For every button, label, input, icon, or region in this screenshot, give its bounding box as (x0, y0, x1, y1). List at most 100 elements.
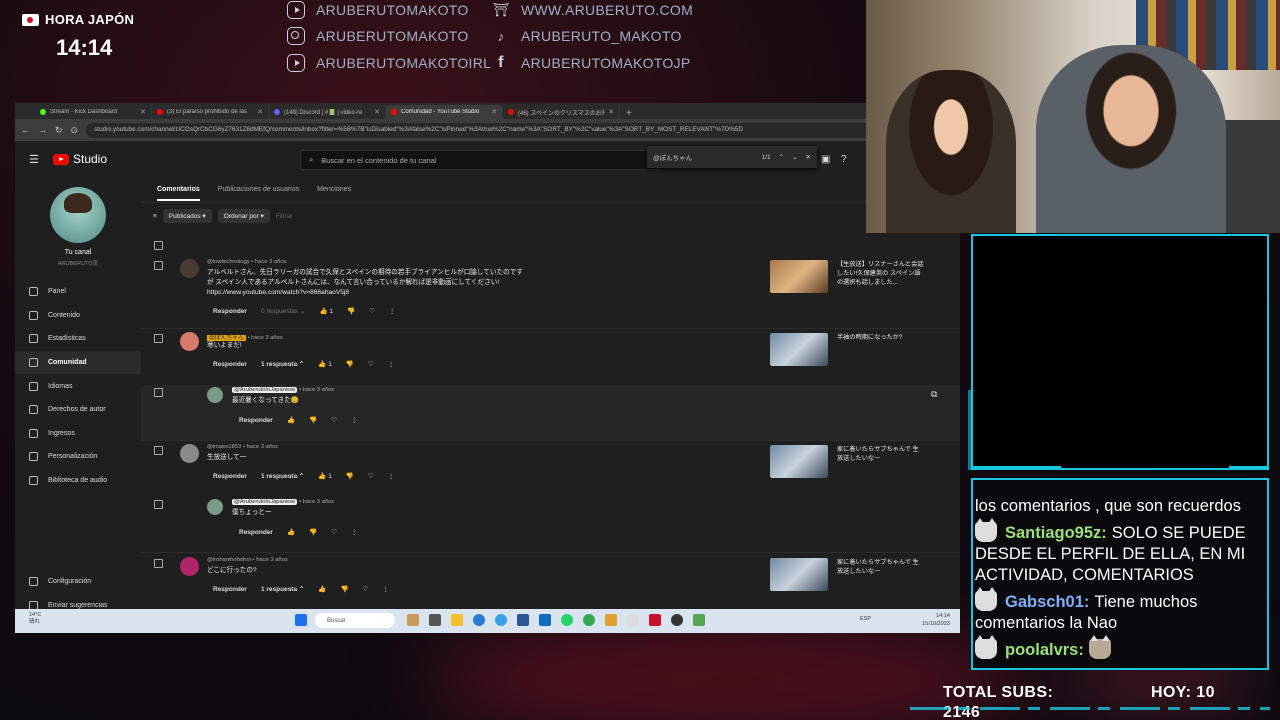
more-icon[interactable]: ⋮ (388, 472, 395, 480)
published-filter-chip[interactable]: Publicados ▾ (162, 209, 212, 223)
browser-icon[interactable] (495, 614, 507, 626)
heart-icon[interactable]: ♡ (331, 528, 337, 536)
more-icon[interactable]: ⋮ (351, 416, 358, 424)
find-query-input[interactable]: @ぽんちゃん (653, 152, 754, 162)
like-icon[interactable]: 👍 (287, 528, 295, 536)
video-thumbnail[interactable] (770, 333, 828, 366)
more-icon[interactable]: ⋮ (382, 585, 389, 593)
heart-icon[interactable]: ♡ (369, 307, 375, 315)
comment-checkbox[interactable] (154, 559, 163, 568)
sidebar-item-community[interactable]: Comunidad (15, 350, 141, 375)
close-icon[interactable]: ✕ (374, 108, 380, 116)
video-title[interactable]: 家に着いたらサブちゃんで 生放送したいなー (837, 558, 925, 576)
sidebar-item-analytics[interactable]: Estadísticas (15, 327, 141, 351)
task-view-icon[interactable] (429, 614, 441, 626)
avatar[interactable] (180, 444, 199, 463)
app-icon[interactable] (649, 614, 661, 626)
windows-start-icon[interactable] (295, 614, 307, 626)
video-title[interactable]: 家に着いたらサブちゃんで 生放送したいなー (837, 445, 925, 463)
select-all-checkbox[interactable] (154, 241, 163, 250)
studio-search-input[interactable]: ⌕ Buscar en el contenido de tu canal (300, 150, 660, 170)
video-title[interactable]: 半袖の時期になったか? (837, 333, 925, 342)
replies-toggle[interactable]: 1 respuesta ⌃ (261, 360, 304, 368)
video-thumbnail[interactable] (770, 558, 828, 591)
sidebar-item-settings[interactable]: Configuración (15, 570, 141, 594)
reply-checkbox[interactable] (154, 388, 163, 397)
reply-button[interactable]: Responder (213, 308, 247, 315)
open-external-icon[interactable]: ⧉ (931, 389, 937, 400)
avatar[interactable] (180, 557, 199, 576)
browser-tab[interactable]: (3) El paraíso prohibido de las ✕ (152, 105, 269, 119)
reply-author[interactable]: @AruberutoInJapanese (232, 499, 298, 505)
new-tab-button[interactable]: + (626, 108, 632, 119)
like-icon[interactable]: 👍 (318, 585, 326, 593)
url-field[interactable]: studio.youtube.com/channel/UCOsQrCbCG6yZ… (86, 122, 923, 138)
reply-button[interactable]: Responder (213, 586, 247, 593)
replies-toggle[interactable]: 1 respuesta ⌃ (261, 472, 304, 480)
language-indicator[interactable]: ESP (860, 616, 871, 622)
video-thumbnail[interactable] (770, 260, 828, 293)
tab-user-posts[interactable]: Publicaciones de usuarios (218, 186, 299, 193)
close-icon[interactable]: ✕ (806, 153, 811, 161)
reply-button[interactable]: Responder (213, 361, 247, 368)
like-button[interactable]: 👍 1 (318, 360, 332, 368)
weather-widget[interactable]: 14°C 晴れ (29, 612, 41, 626)
more-icon[interactable]: ⋮ (351, 528, 358, 536)
comment-author[interactable]: @irohanihohohoi (207, 557, 251, 563)
chrome-icon[interactable] (583, 614, 595, 626)
dislike-icon[interactable]: 👎 (340, 585, 348, 593)
more-icon[interactable]: ⋮ (388, 360, 395, 368)
close-icon[interactable]: ✕ (257, 108, 263, 116)
studio-logo[interactable]: Studio (53, 152, 107, 166)
heart-icon[interactable]: ♡ (368, 472, 374, 480)
video-thumbnail[interactable] (770, 445, 828, 478)
filter-icon[interactable]: ≡ (153, 213, 157, 220)
heart-icon[interactable]: ♡ (368, 360, 374, 368)
whatsapp-icon[interactable] (561, 614, 573, 626)
create-icon[interactable]: ▣ (821, 154, 830, 165)
avatar[interactable] (180, 332, 199, 351)
dislike-icon[interactable]: 👎 (347, 307, 355, 315)
comment-checkbox[interactable] (154, 334, 163, 343)
sidebar-item-copyright[interactable]: Derechos de autor (15, 398, 141, 422)
avatar[interactable] (207, 387, 223, 403)
reply-author[interactable]: @AruberutoInJapanese (232, 387, 298, 393)
sidebar-item-earn[interactable]: Ingresos (15, 422, 141, 446)
photos-icon[interactable] (605, 614, 617, 626)
browser-tab-active[interactable]: Comunidad - YouTube Studio ✕ (386, 105, 503, 119)
reply-button[interactable]: Responder (213, 473, 247, 480)
sidebar-item-audio-library[interactable]: Biblioteca de audio (15, 469, 141, 493)
chevron-up-icon[interactable]: ⌃ (779, 153, 784, 161)
comment-checkbox[interactable] (154, 261, 163, 270)
obs-icon[interactable] (671, 614, 683, 626)
close-icon[interactable]: ✕ (491, 108, 497, 116)
sidebar-item-customization[interactable]: Personalización (15, 445, 141, 469)
comment-checkbox[interactable] (154, 446, 163, 455)
comment-author[interactable]: @lowtechnology (207, 259, 250, 265)
tab-mentions[interactable]: Menciones (317, 186, 351, 193)
sidebar-item-languages[interactable]: Idiomas (15, 374, 141, 398)
reply-checkbox[interactable] (154, 500, 163, 509)
edge-icon[interactable] (473, 614, 485, 626)
store-icon[interactable] (517, 614, 529, 626)
notepad-icon[interactable] (627, 614, 639, 626)
dislike-icon[interactable]: 👎 (309, 416, 317, 424)
reply-button[interactable]: Responder (239, 417, 273, 424)
menu-icon[interactable]: ☰ (29, 153, 39, 166)
sidebar-item-panel[interactable]: Panel (15, 280, 141, 304)
taskbar-clock[interactable]: 14:14 15/10/2023 (922, 612, 950, 628)
avatar[interactable] (207, 499, 223, 515)
taskbar-search[interactable]: Buscar (315, 613, 395, 628)
channel-avatar[interactable] (50, 187, 106, 243)
browser-tab[interactable]: Stream - Kick Dashboard ✕ (35, 105, 152, 119)
help-icon[interactable]: ? (841, 154, 847, 165)
sort-filter-chip[interactable]: Ordenar por ▾ (217, 209, 270, 223)
more-icon[interactable]: ⋮ (389, 307, 396, 315)
like-button[interactable]: 👍 1 (319, 307, 333, 315)
avatar[interactable] (180, 259, 199, 278)
file-explorer-icon[interactable] (451, 614, 463, 626)
reload-icon[interactable]: ↻ (55, 125, 63, 136)
filter-input[interactable]: Filtrar (276, 213, 293, 220)
browser-tab[interactable]: (148) Discord | #📗 | video-re ✕ (269, 105, 386, 119)
dislike-icon[interactable]: 👎 (346, 472, 354, 480)
